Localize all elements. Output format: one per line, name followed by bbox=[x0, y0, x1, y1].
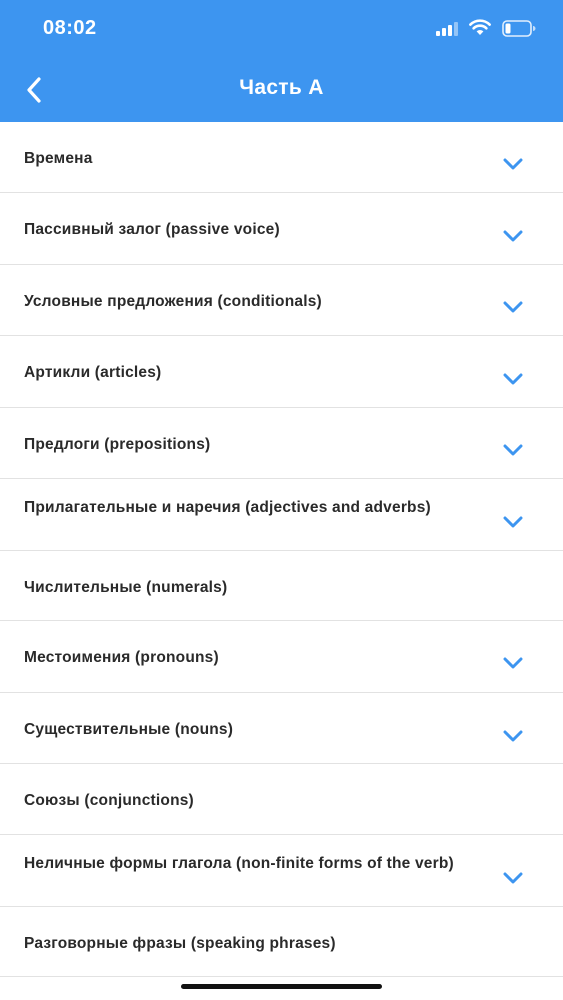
list-item-label: Прилагательные и наречия (adjectives and… bbox=[24, 499, 431, 516]
list-item[interactable]: Артикли (articles) bbox=[0, 336, 563, 408]
chevron-down-icon[interactable] bbox=[502, 729, 524, 743]
wifi-icon bbox=[469, 19, 491, 35]
list-item[interactable]: Условные предложения (conditionals) bbox=[0, 265, 563, 336]
status-bar: 08:02 bbox=[0, 0, 563, 58]
page-title: Часть А bbox=[239, 76, 324, 99]
chevron-down-icon[interactable] bbox=[502, 871, 524, 885]
list-item[interactable]: Числительные (numerals) bbox=[0, 551, 563, 621]
list-item[interactable]: Неличные формы глагола (non-finite forms… bbox=[0, 835, 563, 907]
list-item-label: Артикли (articles) bbox=[24, 364, 162, 381]
list-item-label: Существительные (nouns) bbox=[24, 721, 234, 738]
app-header: 08:02 Часть А bbox=[0, 0, 563, 122]
topic-list: Времена Пассивный залог (passive voice) … bbox=[0, 122, 563, 977]
chevron-down-icon[interactable] bbox=[502, 157, 524, 171]
list-item[interactable]: Существительные (nouns) bbox=[0, 693, 563, 764]
list-item-label: Разговорные фразы (speaking phrases) bbox=[24, 935, 336, 952]
chevron-down-icon[interactable] bbox=[502, 515, 524, 529]
chevron-down-icon[interactable] bbox=[502, 300, 524, 314]
list-item[interactable]: Прилагательные и наречия (adjectives and… bbox=[0, 479, 563, 551]
list-item-label: Условные предложения (conditionals) bbox=[24, 293, 322, 310]
list-item-label: Времена bbox=[24, 150, 93, 167]
status-time: 08:02 bbox=[43, 17, 97, 39]
list-item[interactable]: Союзы (conjunctions) bbox=[0, 764, 563, 835]
list-item-label: Числительные (numerals) bbox=[24, 579, 228, 596]
chevron-down-icon[interactable] bbox=[502, 372, 524, 386]
chevron-down-icon[interactable] bbox=[502, 656, 524, 670]
list-item-label: Неличные формы глагола (non-finite forms… bbox=[24, 855, 454, 872]
list-item[interactable]: Пассивный залог (passive voice) bbox=[0, 193, 563, 265]
home-indicator bbox=[181, 984, 382, 989]
list-item-label: Местоимения (pronouns) bbox=[24, 649, 219, 666]
cellular-signal-icon bbox=[436, 22, 458, 36]
list-item[interactable]: Времена bbox=[0, 122, 563, 193]
list-item-label: Пассивный залог (passive voice) bbox=[24, 221, 280, 238]
chevron-down-icon[interactable] bbox=[502, 443, 524, 457]
list-item[interactable]: Разговорные фразы (speaking phrases) bbox=[0, 907, 563, 977]
list-item-label: Предлоги (prepositions) bbox=[24, 436, 211, 453]
list-item[interactable]: Местоимения (pronouns) bbox=[0, 621, 563, 693]
list-item[interactable]: Предлоги (prepositions) bbox=[0, 408, 563, 479]
battery-icon bbox=[502, 20, 536, 37]
navigation-bar: Часть А bbox=[0, 58, 563, 122]
chevron-down-icon[interactable] bbox=[502, 229, 524, 243]
list-item-label: Союзы (conjunctions) bbox=[24, 792, 194, 809]
